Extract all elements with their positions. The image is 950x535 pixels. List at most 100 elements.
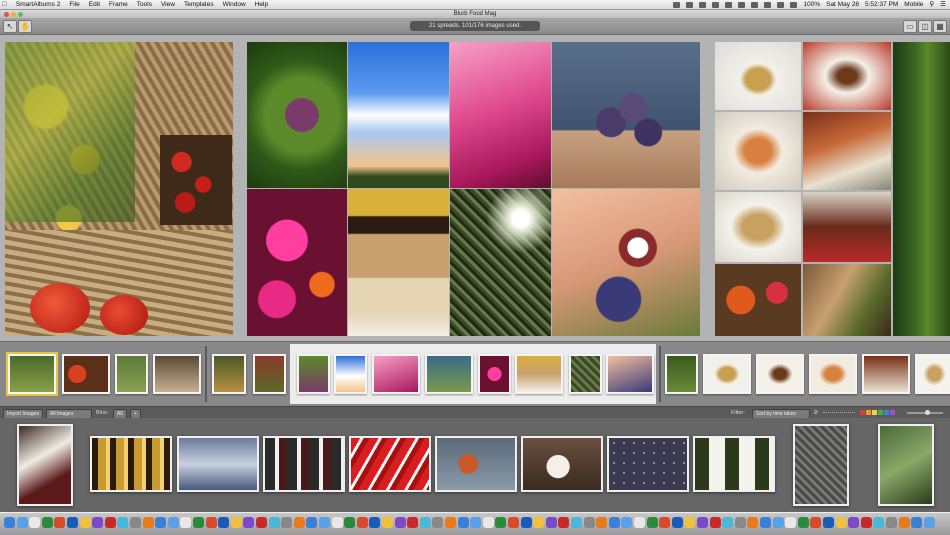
- apple-menu-icon[interactable]: : [2, 0, 7, 9]
- library-image[interactable]: [349, 436, 431, 492]
- battery-icon[interactable]: [790, 2, 798, 8]
- status-icon[interactable]: [686, 2, 694, 8]
- dock-app-icon[interactable]: [835, 517, 847, 528]
- spread-thumbnail[interactable]: [862, 354, 910, 394]
- spread-thumbnail[interactable]: [6, 352, 58, 396]
- library-image[interactable]: [521, 436, 603, 492]
- dock-app-icon[interactable]: [520, 517, 532, 528]
- minimize-window-icon[interactable]: [11, 11, 16, 17]
- menu-templates[interactable]: Templates: [184, 0, 214, 9]
- dock-app-icon[interactable]: [608, 517, 620, 528]
- photo-tomato[interactable]: [100, 295, 148, 335]
- dock-app-icon[interactable]: [571, 517, 582, 528]
- spread-thumbnail[interactable]: [153, 354, 201, 394]
- photo-plated-dish[interactable]: [803, 264, 891, 336]
- photo-plated-dish[interactable]: [803, 112, 891, 190]
- dock-app-icon[interactable]: [117, 517, 129, 528]
- dock-app-icon[interactable]: [104, 517, 116, 528]
- library-image[interactable]: [878, 424, 934, 506]
- zoom-window-icon[interactable]: [18, 11, 23, 17]
- color-label-swatch[interactable]: [890, 410, 895, 415]
- dock-app-icon[interactable]: [646, 517, 658, 528]
- dock-app-icon[interactable]: [533, 517, 545, 528]
- hand-tool-icon[interactable]: ✋: [18, 20, 32, 33]
- dock-app-icon[interactable]: [319, 517, 330, 528]
- color-label-swatch[interactable]: [866, 410, 871, 415]
- library-image[interactable]: [435, 436, 517, 492]
- dock-app-icon[interactable]: [16, 517, 28, 528]
- spread-thumbnail[interactable]: [62, 354, 110, 394]
- dock-app-icon[interactable]: [407, 517, 419, 528]
- dock-app-icon[interactable]: [558, 517, 570, 528]
- split-view-icon[interactable]: ◫: [918, 20, 932, 33]
- menu-file[interactable]: File: [69, 0, 79, 9]
- dock-app-icon[interactable]: [344, 517, 356, 528]
- color-label-swatch[interactable]: [872, 410, 877, 415]
- menu-tools[interactable]: Tools: [137, 0, 152, 9]
- spread-thumbnail[interactable]: [665, 354, 698, 394]
- menu-edit[interactable]: Edit: [89, 0, 100, 9]
- spread-thumbnail[interactable]: [515, 354, 563, 394]
- dock-app-icon[interactable]: [293, 517, 305, 528]
- status-icon[interactable]: [673, 2, 681, 8]
- photo-vegetables[interactable]: [715, 264, 801, 336]
- library-image[interactable]: [793, 424, 849, 506]
- library-image[interactable]: [177, 436, 259, 492]
- dock-app-icon[interactable]: [923, 517, 935, 528]
- dock-app-icon[interactable]: [886, 517, 897, 528]
- dock-app-icon[interactable]: [243, 517, 255, 528]
- dock-app-icon[interactable]: [797, 517, 809, 528]
- dock-app-icon[interactable]: [495, 517, 507, 528]
- dock-app-icon[interactable]: [432, 517, 444, 528]
- dock-app-icon[interactable]: [79, 517, 91, 528]
- dock-app-icon[interactable]: [29, 517, 41, 528]
- photo-plated-dish[interactable]: [803, 42, 891, 110]
- user-name[interactable]: Mobile: [904, 0, 923, 9]
- dock-app-icon[interactable]: [734, 517, 746, 528]
- dock-app-icon[interactable]: [873, 517, 885, 528]
- photo-chandon-bottle[interactable]: [450, 42, 551, 188]
- dock-app-icon[interactable]: [356, 517, 368, 528]
- library-image[interactable]: [17, 424, 73, 506]
- time-machine-icon[interactable]: [751, 2, 759, 8]
- dock-app-icon[interactable]: [470, 517, 482, 528]
- dock-app-icon[interactable]: [268, 517, 280, 528]
- dock-app-icon[interactable]: [130, 517, 141, 528]
- dock-app-icon[interactable]: [860, 517, 872, 528]
- dock-app-icon[interactable]: [67, 517, 78, 528]
- photo-wine-corks[interactable]: [348, 189, 449, 336]
- dock-app-icon[interactable]: [659, 517, 671, 528]
- list-icon[interactable]: ☰: [940, 0, 946, 9]
- close-window-icon[interactable]: [4, 11, 9, 17]
- photo-plated-dish[interactable]: [715, 42, 801, 110]
- spread-thumbnail[interactable]: [212, 354, 246, 394]
- dock-app-icon[interactable]: [823, 517, 834, 528]
- dock-app-icon[interactable]: [671, 517, 683, 528]
- menu-help[interactable]: Help: [255, 0, 268, 9]
- dock-app-icon[interactable]: [419, 517, 431, 528]
- dock-app-icon[interactable]: [760, 517, 771, 528]
- dock-app-icon[interactable]: [281, 517, 293, 528]
- dock-app-icon[interactable]: [193, 517, 204, 528]
- search-icon[interactable]: ⚲: [929, 0, 934, 9]
- dock-app-icon[interactable]: [41, 517, 53, 528]
- dock-app-icon[interactable]: [4, 517, 15, 528]
- dock-app-icon[interactable]: [167, 517, 179, 528]
- photo-olive-tree[interactable]: [450, 189, 551, 336]
- library-image[interactable]: [90, 436, 172, 492]
- dock-app-icon[interactable]: [256, 517, 267, 528]
- dock-app-icon[interactable]: [508, 517, 519, 528]
- photo-plated-dish[interactable]: [715, 192, 801, 262]
- dock-app-icon[interactable]: [482, 517, 494, 528]
- dock-app-icon[interactable]: [382, 517, 393, 528]
- photo-table-setting[interactable]: [803, 192, 891, 262]
- spread-thumbnail[interactable]: [809, 354, 857, 394]
- color-label-swatch[interactable]: [884, 410, 889, 415]
- wifi-icon[interactable]: [764, 2, 772, 8]
- dock-app-icon[interactable]: [545, 517, 557, 528]
- dock-app-icon[interactable]: [722, 517, 734, 528]
- dock-app-icon[interactable]: [747, 517, 759, 528]
- dock-app-icon[interactable]: [898, 517, 910, 528]
- spread-thumbnail[interactable]: [115, 354, 148, 394]
- slider-knob-icon[interactable]: [925, 410, 930, 415]
